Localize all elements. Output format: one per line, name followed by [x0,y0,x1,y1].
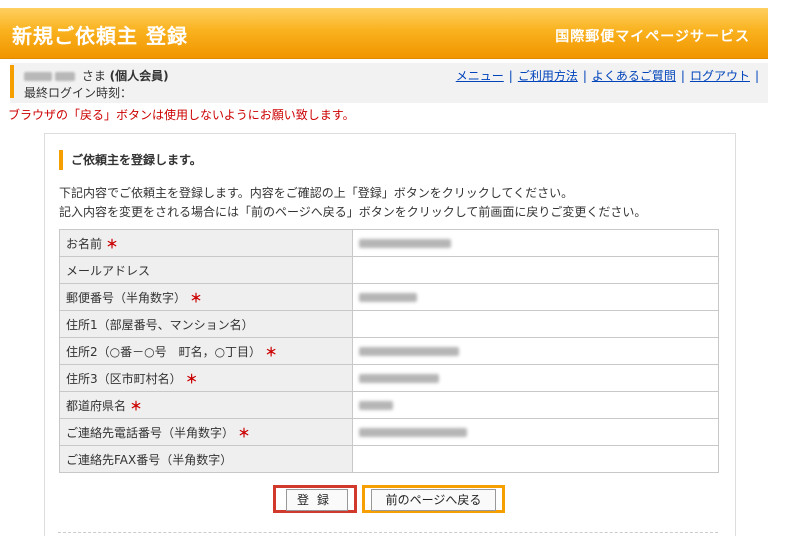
form-row: メールアドレス [59,256,719,284]
user-bar-accent [10,65,14,98]
required-mark: ＊ [185,371,198,386]
required-mark: ＊ [265,344,278,359]
required-mark: ＊ [130,398,143,413]
form-row-value [352,445,719,473]
form-row: ご連絡先電話番号（半角数字）＊ [59,418,719,446]
form-row-value [352,418,719,446]
redacted-value [359,239,451,248]
nav-link-howto[interactable]: ご利用方法 [518,69,578,83]
form-row: お名前＊ [59,229,719,257]
last-login: 最終ログイン時刻： [24,86,133,100]
register-button-label: 登録 [286,489,348,511]
form-row: 住所2（○番－○号 町名，○丁目）＊ [59,337,719,365]
form-row-label-text: ご連絡先電話番号（半角数字） [66,425,235,440]
service-name: 国際郵便マイページサービス [555,29,750,45]
form-row-label-text: お名前 [66,236,103,251]
form-row-label: 都道府県名＊ [59,391,353,419]
form-row-label-text: 住所3（区市町村名） [66,371,182,386]
link-separator: | [680,69,685,83]
register-button[interactable]: 登録 [273,485,357,513]
form-row: 郵便番号（半角数字）＊ [59,283,719,311]
form-row-value [352,256,719,284]
section-heading: ご依頼主を登録します。 [59,150,202,170]
user-suffix: さま [81,69,106,83]
form-row-value [352,337,719,365]
form-row-label: お名前＊ [59,229,353,257]
nav-link-menu[interactable]: メニュー [456,69,504,83]
form-row-label-text: 住所2（○番－○号 町名，○丁目） [66,344,262,359]
required-mark: ＊ [190,290,203,305]
redacted-value [359,374,439,383]
form-row: 都道府県名＊ [59,391,719,419]
form-row-label: 住所2（○番－○号 町名，○丁目）＊ [59,337,353,365]
back-button[interactable]: 前のページへ戻る [362,485,505,513]
form-row-label: ご連絡先FAX番号（半角数字） [59,445,353,473]
form-row: 住所1（部屋番号、マンション名） [59,310,719,338]
redacted-name [24,72,52,81]
link-separator: | [582,69,587,83]
page-header: 新規ご依頼主 登録 国際郵便マイページサービス [0,8,768,59]
form-row-value [352,283,719,311]
form-row-label-text: ご連絡先FAX番号（半角数字） [66,452,233,467]
link-separator: | [754,69,759,83]
link-separator: | [508,69,513,83]
user-name-line: さま (個人会員) [24,67,169,84]
redacted-value [359,401,393,410]
form-row-label: 住所3（区市町村名）＊ [59,364,353,392]
nav-link-faq[interactable]: よくあるご質問 [592,69,676,83]
form-row-label-text: 郵便番号（半角数字） [66,290,187,305]
user-bar: さま (個人会員) 最終ログイン時刻： メニュー | ご利用方法 | よくあるご質問 | ロ… [10,63,768,103]
confirmation-table: お名前＊メールアドレス 郵便番号（半角数字）＊住所1（部屋番号、マンション名） 住所… [59,229,719,473]
content-panel: ご依頼主を登録します。 下記内容でご依頼主を登録します。内容をご確認の上「登録」… [44,133,736,536]
form-row: 住所3（区市町村名）＊ [59,364,719,392]
form-row-value [352,310,719,338]
form-row-label: 住所1（部屋番号、マンション名） [59,310,353,338]
form-row-value [352,229,719,257]
redacted-value [359,428,467,437]
description-line-1: 下記内容でご依頼主を登録します。内容をご確認の上「登録」ボタンをクリックしてくだ… [59,186,574,200]
member-type: (個人会員) [109,69,169,83]
form-row-label-text: メールアドレス [66,263,151,278]
nav-link-logout[interactable]: ログアウト [690,69,750,83]
form-row-label: メールアドレス [59,256,353,284]
back-button-warning: ブラウザの「戻る」ボタンは使用しないようにお願い致します。 [8,108,355,122]
form-row-label-text: 都道府県名 [66,398,127,413]
form-row: ご連絡先FAX番号（半角数字） [59,445,719,473]
form-row-label: ご連絡先電話番号（半角数字）＊ [59,418,353,446]
description-line-2: 記入内容を変更をされる場合には「前のページへ戻る」ボタンをクリックして前画面に戻… [59,205,647,219]
redacted-value [359,347,459,356]
nav-links: メニュー | ご利用方法 | よくあるご質問 | ログアウト | [456,67,764,84]
redacted-value [359,293,417,302]
form-row-label-text: 住所1（部屋番号、マンション名） [66,317,254,332]
required-mark: ＊ [106,236,119,251]
divider [58,532,718,533]
required-mark: ＊ [238,425,251,440]
form-row-label: 郵便番号（半角数字）＊ [59,283,353,311]
form-row-value [352,391,719,419]
redacted-name [55,72,75,81]
back-button-label: 前のページへ戻る [371,489,496,511]
form-row-value [352,364,719,392]
page-title: 新規ご依頼主 登録 [12,24,188,48]
